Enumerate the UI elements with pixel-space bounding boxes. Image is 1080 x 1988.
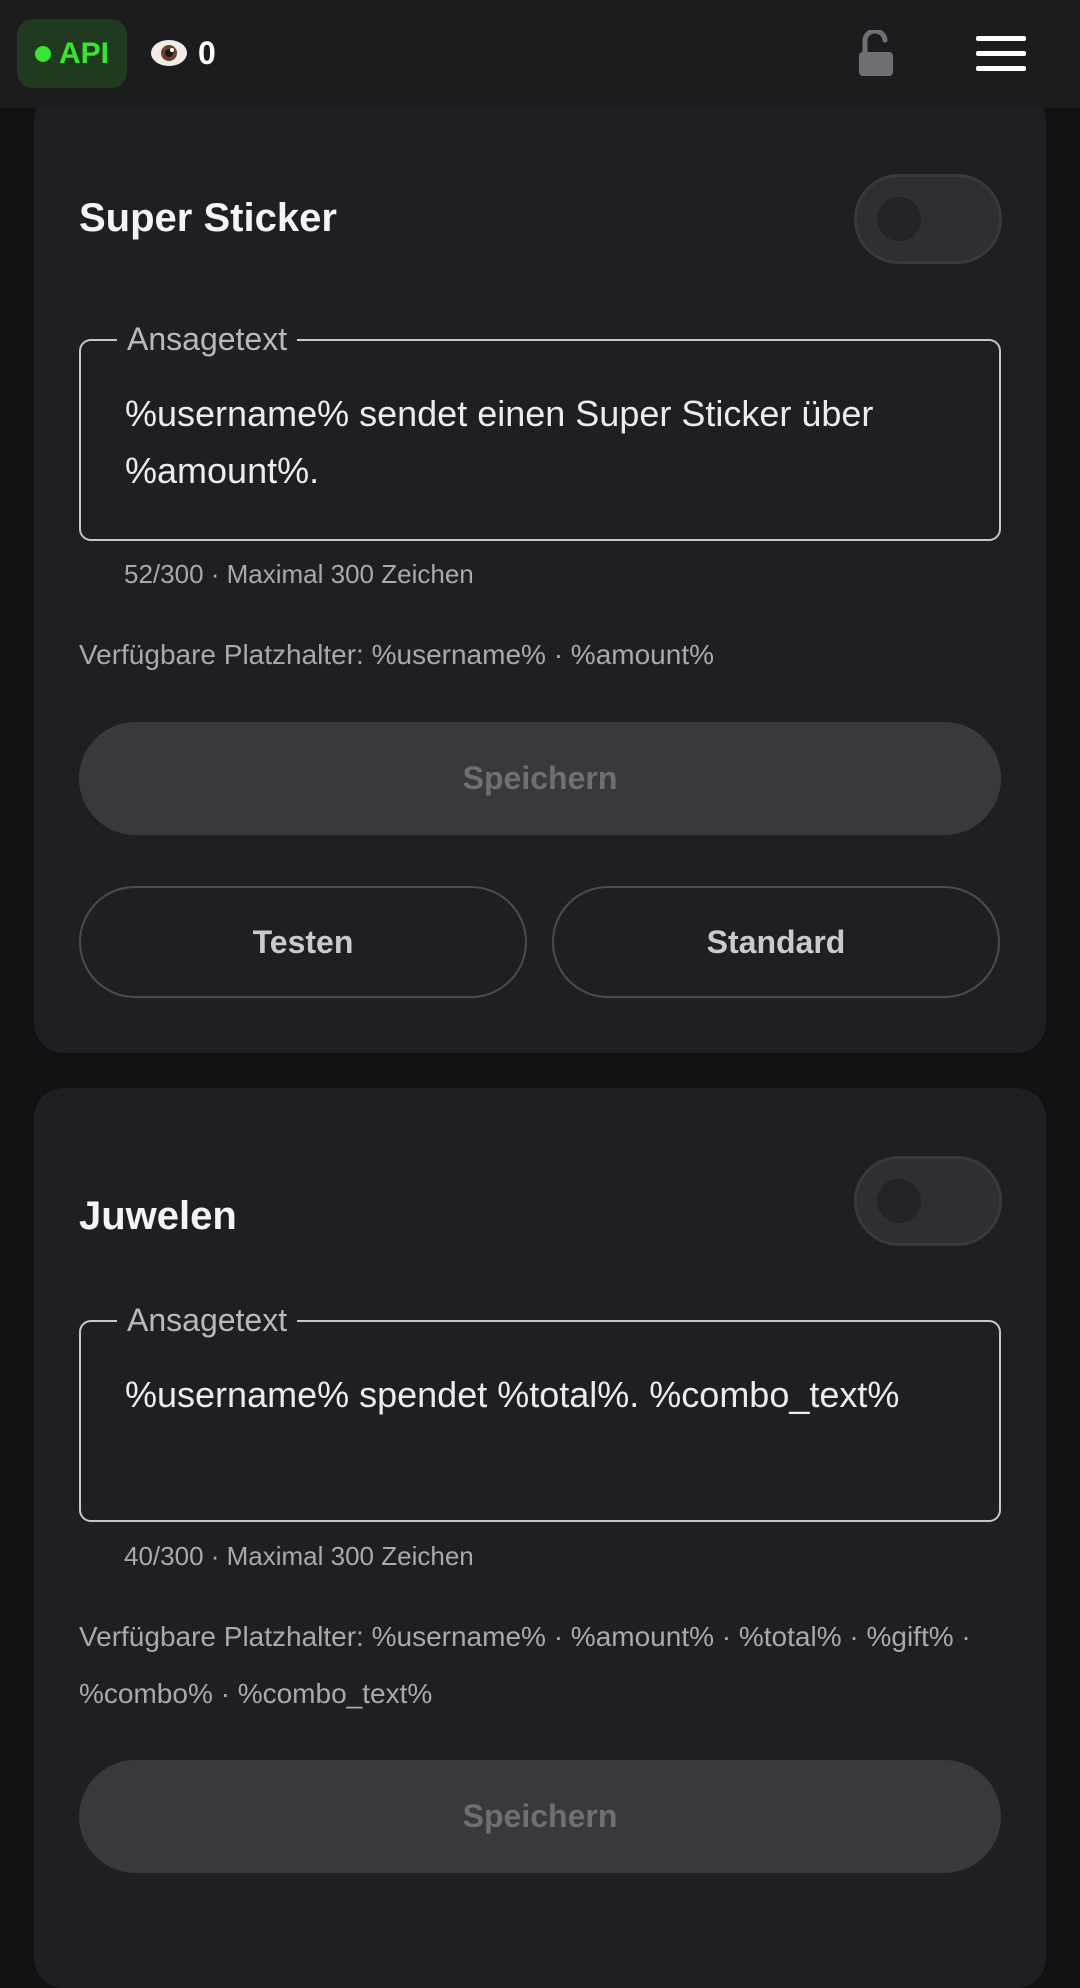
announcement-card-juwelen: Juwelen Ansagetext %username% spendet %t… (34, 1088, 1046, 1988)
character-count: 40/300 · Maximal 300 Zeichen (124, 1541, 474, 1571)
save-button[interactable]: Speichern (79, 722, 1001, 835)
announcement-card-super-sticker: Super Sticker Ansagetext %username% send… (34, 90, 1046, 1053)
eye-icon (151, 40, 187, 66)
test-button[interactable]: Testen (79, 886, 527, 998)
card-title: Juwelen (79, 1194, 237, 1238)
enable-toggle[interactable] (854, 1156, 1002, 1246)
toggle-knob (877, 1179, 921, 1223)
enable-toggle[interactable] (854, 174, 1002, 264)
hamburger-menu-icon[interactable] (974, 34, 1028, 74)
announcement-text-field[interactable]: Ansagetext %username% sendet einen Super… (79, 319, 1001, 541)
announcement-text-field[interactable]: Ansagetext %username% spendet %total%. %… (79, 1300, 1001, 1522)
api-status-dot-icon (34, 45, 51, 62)
unlock-icon[interactable] (855, 30, 899, 78)
api-status-badge[interactable]: API (17, 19, 127, 88)
viewer-counter: 0 (150, 30, 216, 76)
field-label: Ansagetext (117, 319, 298, 359)
character-count: 52/300 · Maximal 300 Zeichen (124, 559, 474, 589)
save-button[interactable]: Speichern (79, 1760, 1001, 1873)
field-label: Ansagetext (117, 1300, 298, 1340)
api-status-label: API (58, 36, 109, 70)
available-placeholders: Verfügbare Platzhalter: %username% · %am… (79, 639, 714, 670)
field-value[interactable]: %username% sendet einen Super Sticker üb… (125, 385, 965, 499)
card-title: Super Sticker (79, 196, 337, 240)
available-placeholders: Verfügbare Platzhalter: %username% · %am… (79, 1621, 971, 1709)
viewer-count: 0 (198, 34, 216, 71)
default-button[interactable]: Standard (552, 886, 1000, 998)
top-bar: API 0 (0, 0, 1080, 108)
field-value[interactable]: %username% spendet %total%. %combo_text% (125, 1366, 965, 1423)
toggle-knob (877, 197, 921, 241)
